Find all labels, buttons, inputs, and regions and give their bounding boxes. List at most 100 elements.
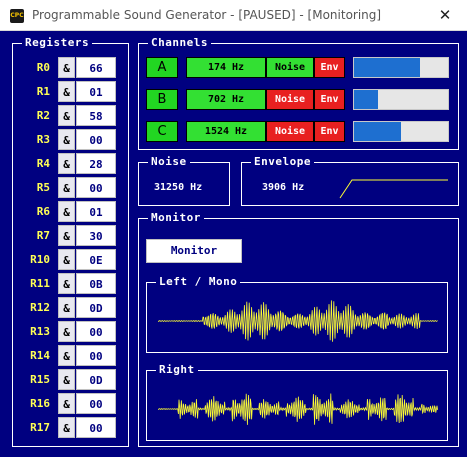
hex-prefix: & — [58, 345, 75, 366]
register-row: R15 & 0D — [14, 369, 118, 390]
channel-toggle-button[interactable]: A — [146, 57, 178, 78]
noise-frequency: 31250 Hz — [154, 182, 203, 193]
register-label: R0 — [36, 61, 50, 74]
register-row: R11 & 0B — [14, 273, 118, 294]
volume-fill — [354, 122, 401, 141]
close-button[interactable]: ✕ — [435, 5, 455, 25]
register-label: R11 — [30, 277, 50, 290]
hex-prefix: & — [58, 201, 75, 222]
channel-frequency: 1524 Hz — [186, 121, 266, 142]
hex-prefix: & — [58, 81, 75, 102]
hex-prefix: & — [58, 57, 75, 78]
channel-row-a: A 174 Hz Noise Env — [146, 57, 450, 78]
register-value-field[interactable]: 01 — [76, 81, 116, 102]
hex-prefix: & — [58, 129, 75, 150]
envelope-frequency: 3906 Hz — [262, 182, 305, 193]
register-label: R1 — [36, 85, 50, 98]
monitor-title: Monitor — [148, 210, 204, 226]
hex-prefix: & — [58, 177, 75, 198]
register-value-field[interactable]: 00 — [76, 177, 116, 198]
hex-prefix: & — [58, 225, 75, 246]
register-label: R14 — [30, 349, 50, 362]
channel-volume-bar — [353, 57, 449, 78]
hex-prefix: & — [58, 297, 75, 318]
register-label: R10 — [30, 253, 50, 266]
right-waveform — [158, 393, 438, 425]
hex-prefix: & — [58, 273, 75, 294]
register-row: R7 & 30 — [14, 225, 118, 246]
register-value-field[interactable]: 58 — [76, 105, 116, 126]
register-row: R17 & 00 — [14, 417, 118, 438]
app-icon: CPC — [10, 9, 24, 23]
register-label: R12 — [30, 301, 50, 314]
register-label: R15 — [30, 373, 50, 386]
register-label: R13 — [30, 325, 50, 338]
register-label: R5 — [36, 181, 50, 194]
hex-prefix: & — [58, 393, 75, 414]
hex-prefix: & — [58, 321, 75, 342]
channel-toggle-button[interactable]: B — [146, 89, 178, 110]
register-row: R3 & 00 — [14, 129, 118, 150]
envelope-toggle-button[interactable]: Env — [314, 57, 345, 78]
register-value-field[interactable]: 00 — [76, 321, 116, 342]
register-label: R6 — [36, 205, 50, 218]
register-row: R2 & 58 — [14, 105, 118, 126]
channels-title: Channels — [148, 35, 211, 51]
register-label: R16 — [30, 397, 50, 410]
channel-row-b: B 702 Hz Noise Env — [146, 89, 450, 110]
register-value-field[interactable]: 0D — [76, 369, 116, 390]
window-title: Programmable Sound Generator - [PAUSED] … — [32, 8, 382, 22]
register-row: R1 & 01 — [14, 81, 118, 102]
hex-prefix: & — [58, 369, 75, 390]
register-value-field[interactable]: 0D — [76, 297, 116, 318]
register-label: R3 — [36, 133, 50, 146]
register-row: R16 & 00 — [14, 393, 118, 414]
volume-fill — [354, 90, 378, 109]
noise-toggle-button[interactable]: Noise — [266, 121, 314, 142]
envelope-shape — [339, 179, 448, 199]
register-row: R5 & 00 — [14, 177, 118, 198]
register-label: R2 — [36, 109, 50, 122]
envelope-toggle-button[interactable]: Env — [314, 121, 345, 142]
register-value-field[interactable]: 00 — [76, 393, 116, 414]
register-value-field[interactable]: 00 — [76, 417, 116, 438]
register-label: R17 — [30, 421, 50, 434]
register-value-field[interactable]: 00 — [76, 129, 116, 150]
right-title: Right — [156, 362, 198, 378]
envelope-toggle-button[interactable]: Env — [314, 89, 345, 110]
channel-volume-bar — [353, 89, 449, 110]
register-value-field[interactable]: 00 — [76, 345, 116, 366]
register-value-field[interactable]: 01 — [76, 201, 116, 222]
noise-toggle-button[interactable]: Noise — [266, 89, 314, 110]
register-row: R10 & 0E — [14, 249, 118, 270]
noise-title: Noise — [148, 154, 190, 170]
register-row: R13 & 00 — [14, 321, 118, 342]
hex-prefix: & — [58, 153, 75, 174]
channel-frequency: 702 Hz — [186, 89, 266, 110]
register-value-field[interactable]: 0E — [76, 249, 116, 270]
hex-prefix: & — [58, 249, 75, 270]
monitor-button[interactable]: Monitor — [146, 239, 242, 263]
register-value-field[interactable]: 66 — [76, 57, 116, 78]
hex-prefix: & — [58, 105, 75, 126]
register-row: R0 & 66 — [14, 57, 118, 78]
channel-volume-bar — [353, 121, 449, 142]
envelope-title: Envelope — [251, 154, 314, 170]
noise-toggle-button[interactable]: Noise — [266, 57, 314, 78]
register-value-field[interactable]: 28 — [76, 153, 116, 174]
channel-row-c: C 1524 Hz Noise Env — [146, 121, 450, 142]
register-value-field[interactable]: 30 — [76, 225, 116, 246]
left-waveform — [158, 300, 438, 342]
register-label: R7 — [36, 229, 50, 242]
registers-title: Registers — [22, 35, 93, 51]
left-mono-title: Left / Mono — [156, 274, 241, 290]
volume-fill — [354, 58, 420, 77]
register-row: R12 & 0D — [14, 297, 118, 318]
register-row: R14 & 00 — [14, 345, 118, 366]
channel-toggle-button[interactable]: C — [146, 121, 178, 142]
register-row: R6 & 01 — [14, 201, 118, 222]
register-row: R4 & 28 — [14, 153, 118, 174]
register-label: R4 — [36, 157, 50, 170]
register-value-field[interactable]: 0B — [76, 273, 116, 294]
title-bar: CPC Programmable Sound Generator - [PAUS… — [0, 0, 467, 31]
